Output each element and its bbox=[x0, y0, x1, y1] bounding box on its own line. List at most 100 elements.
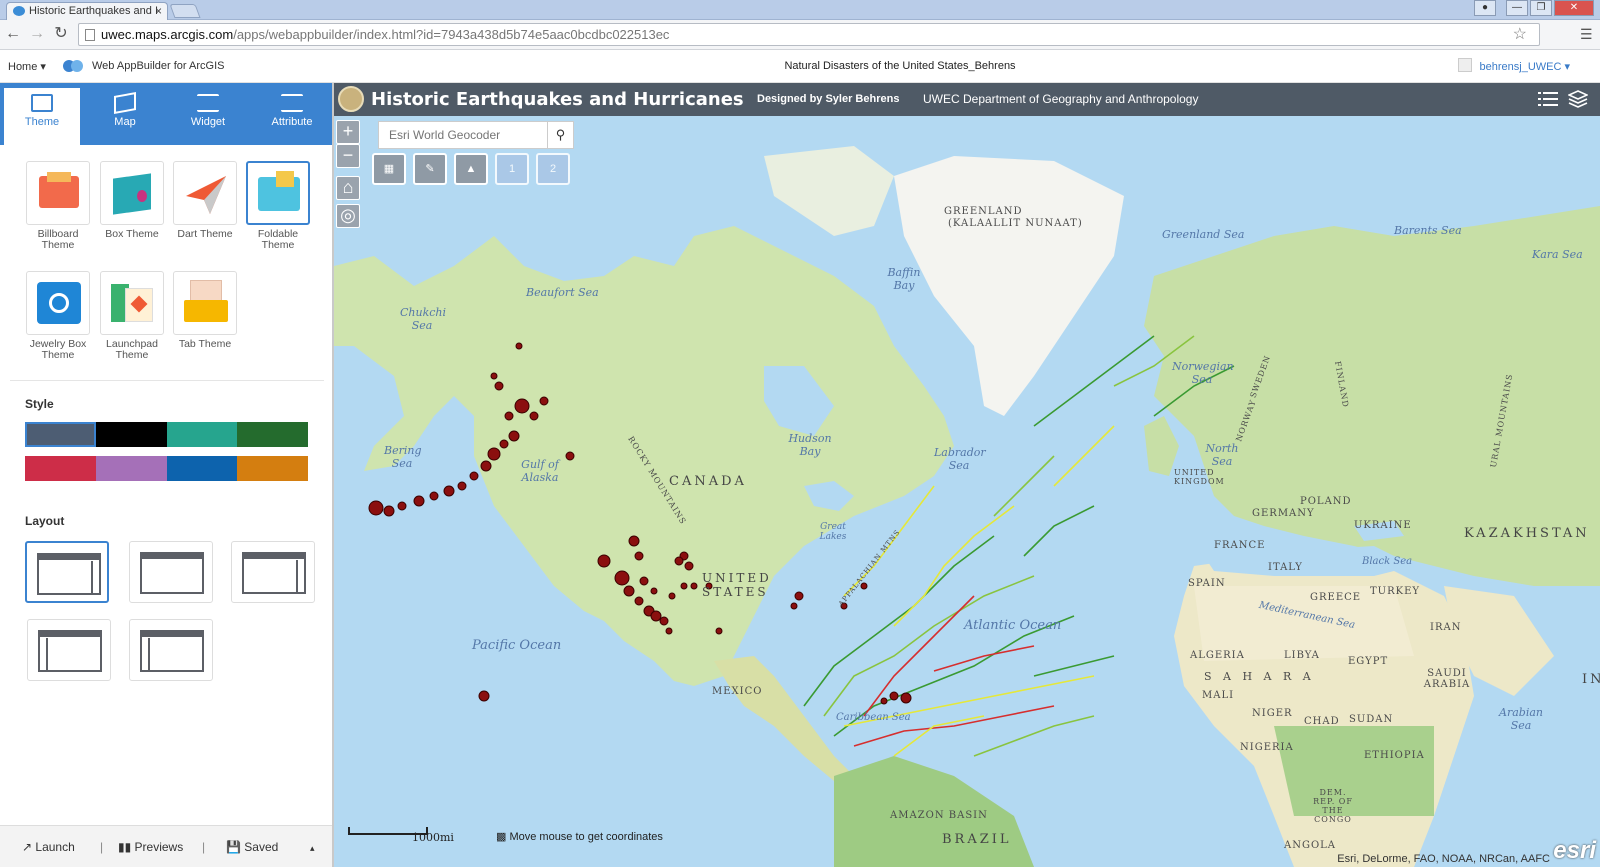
layout-option-1[interactable] bbox=[25, 541, 109, 603]
map-label: GREENLAND bbox=[944, 206, 1023, 217]
layout-option-3[interactable] bbox=[231, 541, 315, 603]
tab-map-label: Map bbox=[114, 116, 136, 128]
layout-option-4[interactable] bbox=[27, 619, 111, 681]
map-app-preview: Historic Earthquakes and Hurricanes Desi… bbox=[334, 83, 1600, 867]
layers-icon[interactable] bbox=[1568, 90, 1588, 108]
about-button[interactable]: ▲ bbox=[454, 153, 488, 185]
color-swatch-green[interactable] bbox=[237, 422, 308, 447]
browser-tab-strip: Historic Earthquakes and I × ● — ❐ ✕ bbox=[0, 0, 1600, 20]
color-swatch-purple[interactable] bbox=[95, 456, 167, 481]
theme-billboard[interactable]: Billboard Theme bbox=[25, 161, 91, 251]
layout-option-5[interactable] bbox=[129, 619, 213, 681]
map-label: BRAZIL bbox=[942, 832, 1012, 847]
new-tab-button[interactable] bbox=[169, 4, 201, 18]
map-label: UNITED STATES bbox=[702, 571, 772, 599]
zoom-out-button[interactable]: − bbox=[336, 144, 360, 168]
layout-3-icon bbox=[242, 552, 306, 594]
color-swatch-black[interactable] bbox=[95, 422, 167, 447]
collapse-caret-icon[interactable]: ▴ bbox=[310, 843, 315, 854]
legend-list-icon[interactable] bbox=[1538, 90, 1558, 108]
map-label: CANADA bbox=[669, 474, 747, 489]
theme-dart[interactable]: Dart Theme bbox=[172, 161, 238, 240]
browser-tab[interactable]: Historic Earthquakes and I × bbox=[6, 2, 168, 20]
jewelry-box-theme-icon bbox=[26, 271, 90, 335]
theme-icon bbox=[31, 94, 53, 112]
search-icon[interactable]: ⚲ bbox=[547, 122, 573, 148]
theme-jewelry-box[interactable]: Jewelry Box Theme bbox=[25, 271, 91, 361]
map-label: Gulf of Alaska bbox=[521, 458, 559, 484]
color-swatch-teal[interactable] bbox=[166, 422, 238, 447]
locate-button[interactable]: ◎ bbox=[336, 204, 360, 228]
user-menu[interactable]: behrensj_UWEC ▾ bbox=[1480, 60, 1571, 73]
forward-arrow-icon[interactable]: → bbox=[28, 25, 46, 43]
map-label: North Sea bbox=[1205, 442, 1239, 468]
coordinate-widget[interactable]: ▩ Move mouse to get coordinates bbox=[496, 830, 663, 843]
department-link[interactable]: UWEC Department of Geography and Anthrop… bbox=[923, 92, 1198, 106]
layout-title: Layout bbox=[25, 514, 65, 528]
tab-map[interactable]: Map bbox=[87, 88, 163, 145]
placeholder-widget-2[interactable]: 2 bbox=[536, 153, 570, 185]
theme-label: Jewelry Box Theme bbox=[29, 338, 87, 361]
tab-close-icon[interactable]: × bbox=[155, 3, 162, 19]
tab-widget[interactable]: Widget bbox=[170, 88, 246, 145]
separator: | bbox=[100, 840, 104, 854]
theme-foldable[interactable]: Foldable Theme bbox=[245, 161, 311, 251]
color-swatch-orange[interactable] bbox=[237, 456, 308, 481]
theme-launchpad[interactable]: Launchpad Theme bbox=[99, 271, 165, 361]
map-icon bbox=[114, 92, 136, 114]
reload-icon[interactable]: ↻ bbox=[52, 25, 70, 43]
map-label: Norwegian Sea bbox=[1172, 360, 1234, 386]
uwec-seal-logo bbox=[338, 86, 364, 112]
app-name: Natural Disasters of the United States_B… bbox=[784, 60, 1016, 72]
map-label: MALI bbox=[1202, 690, 1235, 701]
launch-button[interactable]: ↗ Launch bbox=[22, 840, 75, 854]
restore-icon[interactable]: ❐ bbox=[1530, 0, 1552, 16]
color-swatch-slate[interactable] bbox=[25, 422, 96, 447]
launchpad-theme-icon bbox=[100, 271, 164, 335]
previews-button[interactable]: ▮▮ Previews bbox=[118, 840, 183, 854]
esri-logo: esri bbox=[1553, 837, 1596, 864]
draw-button[interactable]: ✎ bbox=[413, 153, 447, 185]
map-canvas[interactable]: GREENLAND (KALAALLIT NUNAAT) Greenland S… bbox=[334, 116, 1600, 867]
map-label: (KALAALLIT NUNAAT) bbox=[948, 218, 1083, 229]
layout-option-2[interactable] bbox=[129, 541, 213, 603]
map-label: Great Lakes bbox=[819, 522, 847, 542]
color-swatch-red[interactable] bbox=[25, 456, 96, 481]
layout-4-icon bbox=[38, 630, 102, 672]
map-label: Caribbean Sea bbox=[836, 712, 911, 723]
minimize-icon[interactable]: — bbox=[1506, 0, 1528, 16]
widget-overview-button[interactable]: ▦ bbox=[372, 153, 406, 185]
map-label: NIGER bbox=[1252, 708, 1293, 719]
theme-box[interactable]: Box Theme bbox=[99, 161, 165, 240]
theme-tab[interactable]: Tab Theme bbox=[172, 271, 238, 350]
address-toolbar: ← → ↻ uwec.maps.arcgis.com/apps/webappbu… bbox=[0, 20, 1600, 50]
color-swatch-blue[interactable] bbox=[166, 456, 238, 481]
url-bar[interactable]: uwec.maps.arcgis.com/apps/webappbuilder/… bbox=[78, 23, 1540, 46]
save-button[interactable]: 💾 Saved bbox=[226, 840, 278, 854]
window-close-icon[interactable]: ✕ bbox=[1554, 0, 1594, 16]
layout-2-icon bbox=[140, 552, 204, 594]
user-profile-icon[interactable]: ● bbox=[1474, 0, 1496, 16]
geocoder-input[interactable] bbox=[379, 122, 549, 148]
page-icon bbox=[85, 29, 95, 41]
locate-icon: ◎ bbox=[340, 205, 356, 225]
theme-label: Foldable Theme bbox=[257, 228, 299, 251]
theme-label: Box Theme bbox=[105, 228, 159, 240]
widget-icon bbox=[197, 94, 219, 112]
back-arrow-icon[interactable]: ← bbox=[4, 25, 22, 43]
zoom-in-button[interactable]: + bbox=[336, 120, 360, 144]
map-label: Bering Sea bbox=[384, 444, 422, 470]
tab-attribute[interactable]: Attribute bbox=[254, 88, 330, 145]
map-label: LIBYA bbox=[1284, 650, 1320, 661]
map-label: Hudson Bay bbox=[788, 432, 832, 458]
tab-theme[interactable]: Theme bbox=[4, 88, 80, 145]
box-theme-icon bbox=[100, 161, 164, 225]
tab-title: Historic Earthquakes and I bbox=[29, 5, 159, 17]
bookmark-star-icon[interactable]: ☆ bbox=[1513, 24, 1527, 45]
map-label: Barents Sea bbox=[1394, 224, 1462, 237]
map-label: Labrador Sea bbox=[934, 446, 986, 472]
map-app-subtitle: Designed by Syler Behrens bbox=[757, 93, 900, 105]
home-button[interactable]: ⌂ bbox=[336, 176, 360, 200]
browser-menu-icon[interactable]: ☰ bbox=[1580, 26, 1594, 43]
placeholder-widget-1[interactable]: 1 bbox=[495, 153, 529, 185]
